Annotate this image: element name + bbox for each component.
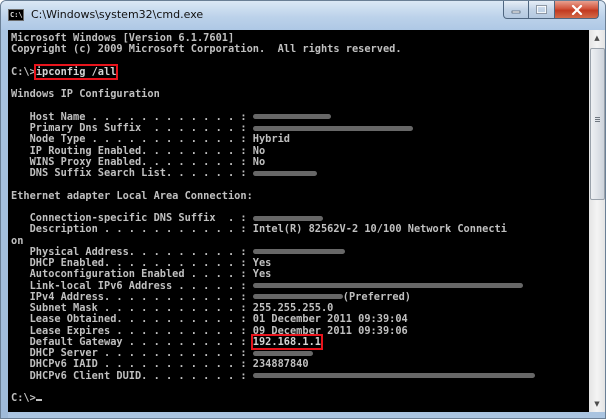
grip-icon: [595, 117, 600, 123]
close-icon: [571, 4, 582, 15]
console-line: Node Type . . . . . . . . . . . . : Hybr…: [11, 133, 290, 146]
highlighted-command: ipconfig /all: [33, 63, 119, 80]
console-line: DNS Suffix Search List. . . . . . :: [11, 167, 253, 179]
scroll-thumb[interactable]: [590, 48, 605, 200]
title-bar[interactable]: C:\ C:\Windows\system32\cmd.exe: [1, 1, 605, 30]
close-button[interactable]: [555, 1, 599, 19]
console-text: Microsoft Windows [Version 6.1.7601] Cop…: [8, 30, 589, 404]
console-line: Primary Dns Suffix . . . . . . . :: [11, 122, 253, 134]
window-title: C:\Windows\system32\cmd.exe: [31, 8, 204, 21]
redacted-value: [252, 215, 323, 221]
highlighted-gateway: 192.168.1.1: [250, 333, 323, 350]
redacted-value: [252, 373, 535, 378]
console-line: Microsoft Windows [Version 6.1.7601]: [11, 32, 235, 44]
vertical-scrollbar[interactable]: ▲ ▼: [589, 30, 605, 412]
cmd-icon[interactable]: C:\: [8, 9, 24, 21]
redacted-value: [252, 125, 413, 131]
console-line: on: [11, 234, 24, 247]
section-header: Windows IP Configuration: [11, 88, 160, 101]
console-line: DHCPv6 IAID . . . . . . . . . . . : 2348…: [11, 358, 309, 371]
window-controls: [503, 1, 599, 20]
console-line: Subnet Mask . . . . . . . . . . . : 255.…: [11, 302, 334, 314]
scroll-up-arrow-icon: ▲: [594, 34, 600, 42]
console-line: Copyright (c) 2009 Microsoft Corporation…: [11, 43, 402, 56]
redacted-value: [252, 283, 523, 288]
console-line: Default Gateway . . . . . . . . . :: [11, 335, 253, 348]
scroll-down-arrow-icon: ▼: [594, 400, 600, 408]
window-bottom-frame: [8, 412, 605, 418]
redacted-value: [252, 350, 313, 356]
console-line: DHCPv6 Client DUID. . . . . . . . :: [11, 369, 253, 382]
maximize-button[interactable]: [529, 1, 555, 19]
console-line: Lease Obtained. . . . . . . . . . : 01 D…: [11, 313, 408, 326]
console-line: IP Routing Enabled. . . . . . . . : No: [11, 144, 266, 157]
text-cursor: [35, 399, 42, 401]
console-line: Lease Expires . . . . . . . . . . : 09 D…: [11, 324, 408, 337]
console-line: DHCP Enabled. . . . . . . . . . . : Yes: [11, 257, 272, 269]
console-line: WINS Proxy Enabled. . . . . . . . : No: [11, 155, 266, 168]
console-output[interactable]: Microsoft Windows [Version 6.1.7601] Cop…: [8, 30, 589, 412]
redacted-value: [252, 294, 343, 300]
scroll-up-button[interactable]: ▲: [589, 30, 605, 46]
section-header: Ethernet adapter Local Area Connection:: [11, 189, 253, 202]
console-line: DHCP Server . . . . . . . . . . . :: [11, 347, 253, 359]
console-line: Link-local IPv6 Address . . . . . :: [11, 279, 253, 292]
console-line: Autoconfiguration Enabled . . . . : Yes: [11, 268, 272, 281]
scroll-down-button[interactable]: ▼: [589, 396, 605, 412]
redacted-value: [252, 249, 345, 255]
minimize-icon: [511, 10, 521, 13]
maximize-icon: [536, 5, 547, 14]
console-line: Physical Address. . . . . . . . . :: [11, 245, 253, 258]
cmd-window: C:\ C:\Windows\system32\cmd.exe Microsof…: [0, 0, 606, 419]
prompt: C:\>: [11, 65, 36, 78]
ipv4-preferred: (Preferred): [342, 290, 411, 303]
redacted-value: [252, 114, 331, 120]
console-line: Description . . . . . . . . . . . : Inte…: [11, 223, 507, 236]
console-line: IPv4 Address. . . . . . . . . . . :: [11, 290, 253, 303]
prompt: C:\>: [11, 392, 36, 404]
redacted-value: [252, 170, 317, 176]
console-line: Connection-specific DNS Suffix . :: [11, 212, 253, 224]
console-line: Host Name . . . . . . . . . . . . :: [11, 110, 253, 123]
minimize-button[interactable]: [503, 1, 529, 19]
